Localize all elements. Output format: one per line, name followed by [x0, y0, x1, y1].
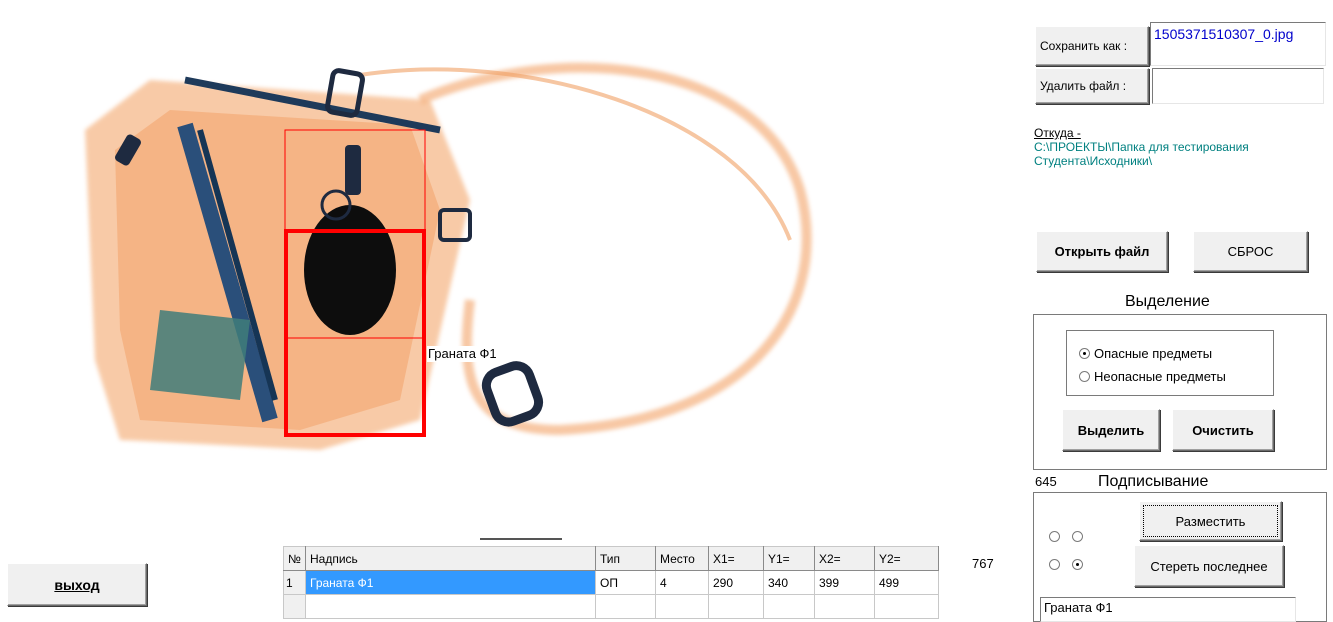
cell-place[interactable]	[655, 594, 709, 619]
exit-button[interactable]: выход	[7, 563, 147, 606]
selection-radio-group	[1066, 330, 1274, 396]
xray-image	[85, 62, 812, 450]
value-767: 767	[972, 556, 994, 571]
table-row[interactable]: 1 Граната Ф1 ОП 4 290 340 399 499	[283, 570, 939, 595]
cell-x1[interactable]: 290	[708, 570, 764, 595]
cell-x1[interactable]	[708, 594, 764, 619]
source-path: C:\ПРОЕКТЫ\Папка для тестирования Студен…	[1034, 140, 1249, 168]
row-number: 1	[283, 570, 306, 595]
cell-label[interactable]: Граната Ф1	[305, 570, 596, 595]
cell-y2[interactable]: 499	[874, 570, 939, 595]
table-header-row: № Надпись Тип Место X1= Y1= X2= Y2=	[283, 546, 939, 571]
col-header-x2[interactable]: X2=	[814, 546, 875, 571]
col-header-label[interactable]: Надпись	[305, 546, 596, 571]
cell-y2[interactable]	[874, 594, 939, 619]
radio-safe-label[interactable]: Неопасные предметы	[1094, 369, 1226, 384]
signing-text-value: Граната Ф1	[1044, 600, 1113, 615]
save-as-filename[interactable]: 1505371510307_0.jpg	[1150, 22, 1326, 66]
radio-dangerous-label[interactable]: Опасные предметы	[1094, 346, 1212, 361]
cell-y1[interactable]: 340	[763, 570, 815, 595]
radio-pos-3[interactable]	[1049, 559, 1060, 570]
place-button[interactable]: Разместить	[1139, 501, 1282, 541]
delete-file-button[interactable]: Удалить файл :	[1035, 68, 1149, 104]
col-header-y2[interactable]: Y2=	[874, 546, 939, 571]
grenade-shape	[304, 205, 396, 335]
select-button[interactable]: Выделить	[1062, 409, 1160, 451]
col-header-place[interactable]: Место	[655, 546, 709, 571]
divider	[480, 538, 562, 540]
open-file-button[interactable]: Открыть файл	[1036, 231, 1168, 272]
source-label: Откуда -	[1034, 126, 1081, 140]
radio-pos-4[interactable]	[1072, 559, 1083, 570]
table-row-empty[interactable]	[283, 594, 939, 619]
cell-place[interactable]: 4	[655, 570, 709, 595]
detection-label: Граната Ф1	[427, 346, 498, 362]
reset-button[interactable]: СБРОС	[1193, 231, 1308, 272]
cell-type[interactable]: ОП	[595, 570, 656, 595]
radio-pos-2[interactable]	[1072, 531, 1083, 542]
radio-safe[interactable]	[1079, 371, 1090, 382]
results-table[interactable]: № Надпись Тип Место X1= Y1= X2= Y2= 1 Гр…	[283, 546, 939, 619]
selection-title: Выделение	[1125, 293, 1210, 310]
col-header-number: №	[283, 546, 306, 571]
signing-text-input[interactable]: Граната Ф1	[1040, 597, 1296, 622]
col-header-type[interactable]: Тип	[595, 546, 656, 571]
radio-dangerous[interactable]	[1079, 348, 1090, 359]
clear-button[interactable]: Очистить	[1172, 409, 1274, 451]
col-header-x1[interactable]: X1=	[708, 546, 764, 571]
filename-text: 1505371510307_0.jpg	[1154, 26, 1294, 42]
value-645: 645	[1035, 474, 1057, 489]
cell-label[interactable]	[305, 594, 596, 619]
save-as-button[interactable]: Сохранить как :	[1035, 26, 1149, 66]
signing-title: Подписывание	[1098, 473, 1209, 490]
radio-pos-1[interactable]	[1049, 531, 1060, 542]
cell-x2[interactable]	[814, 594, 875, 619]
row-number	[283, 594, 306, 619]
source-panel: Откуда - C:\ПРОЕКТЫ\Папка для тестирован…	[1032, 114, 1324, 202]
delete-file-field[interactable]	[1152, 68, 1324, 104]
erase-last-button[interactable]: Стереть последнее	[1134, 545, 1284, 587]
cell-x2[interactable]: 399	[814, 570, 875, 595]
bag-strap	[418, 62, 812, 436]
cell-y1[interactable]	[763, 594, 815, 619]
cell-type[interactable]	[595, 594, 656, 619]
col-header-y1[interactable]: Y1=	[763, 546, 815, 571]
